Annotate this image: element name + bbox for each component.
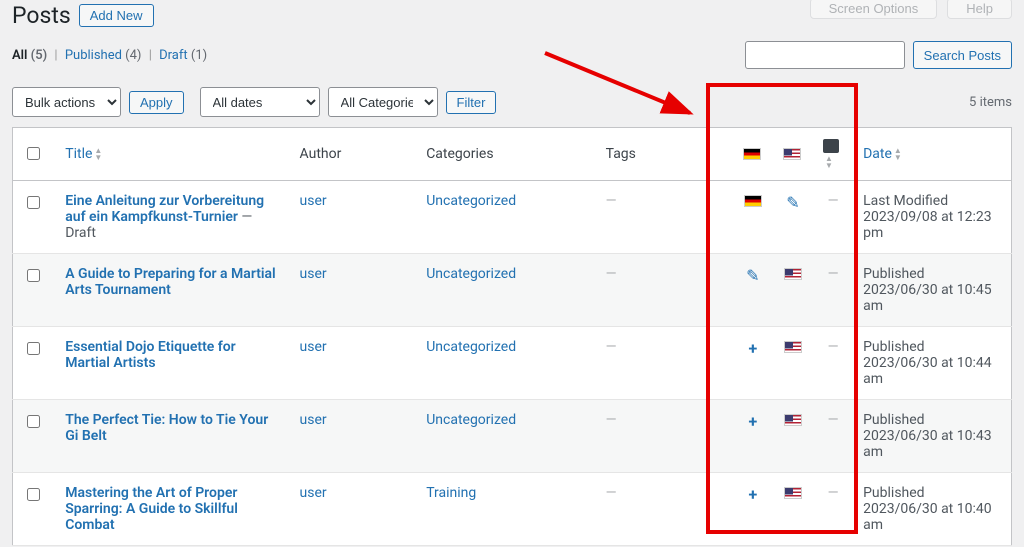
screen-options-button[interactable]: Screen Options (810, 0, 938, 19)
pencil-icon[interactable]: ✎ (746, 266, 759, 285)
table-row: Eine Anleitung zur Vorbereitung auf ein … (13, 181, 1012, 254)
date-status: Published (863, 412, 1001, 428)
category-link[interactable]: Uncategorized (426, 193, 516, 209)
col-author: Author (290, 128, 417, 181)
posts-table: Title▲▼ Author Categories Tags ▲▼ Date▲▼… (12, 127, 1012, 546)
date-value: 2023/09/08 at 12:23 pm (863, 209, 1001, 241)
category-link[interactable]: Uncategorized (426, 339, 516, 355)
date-status: Published (863, 339, 1001, 355)
tags-value: — (606, 193, 617, 209)
select-all-checkbox[interactable] (27, 147, 40, 160)
col-date[interactable]: Date▲▼ (853, 128, 1011, 181)
sort-icon: ▲▼ (94, 147, 102, 161)
author-link[interactable]: user (300, 193, 327, 209)
flag-de-icon[interactable] (744, 195, 762, 207)
flag-us-icon (783, 148, 801, 160)
comments-value: — (828, 412, 839, 428)
table-row: A Guide to Preparing for a Martial Arts … (13, 254, 1012, 327)
plus-icon[interactable]: + (749, 339, 758, 358)
table-row: The Perfect Tie: How to Tie Your Gi Belt… (13, 400, 1012, 473)
bulk-actions-select[interactable]: Bulk actions (12, 87, 121, 117)
status-draft[interactable]: Draft (1) (159, 48, 207, 63)
post-title-link[interactable]: The Perfect Tie: How to Tie Your Gi Belt (65, 412, 268, 444)
col-categories: Categories (416, 128, 595, 181)
flag-us-icon[interactable] (784, 487, 802, 499)
help-button[interactable]: Help (947, 0, 1012, 19)
pencil-icon[interactable]: ✎ (786, 193, 799, 212)
plus-icon[interactable]: + (749, 412, 758, 431)
post-title-link[interactable]: Eine Anleitung zur Vorbereitung auf ein … (65, 193, 264, 225)
search-button[interactable]: Search Posts (913, 41, 1012, 69)
col-lang-de (733, 128, 773, 181)
add-new-button[interactable]: Add New (79, 4, 154, 27)
tags-value: — (606, 339, 617, 355)
col-lang-us (773, 128, 813, 181)
category-link[interactable]: Uncategorized (426, 266, 516, 282)
comments-value: — (828, 266, 839, 282)
date-status: Published (863, 266, 1001, 282)
author-link[interactable]: user (300, 412, 327, 428)
comments-value: — (828, 193, 839, 209)
apply-button[interactable]: Apply (129, 91, 184, 114)
comments-value: — (828, 339, 839, 355)
tags-value: — (606, 485, 617, 501)
col-comments[interactable]: ▲▼ (813, 128, 853, 181)
date-status: Published (863, 485, 1001, 501)
author-link[interactable]: user (300, 339, 327, 355)
sort-icon: ▲▼ (825, 155, 833, 169)
flag-de-icon (743, 148, 761, 160)
status-published[interactable]: Published (4) (65, 48, 142, 63)
row-checkbox[interactable] (27, 269, 40, 282)
table-row: Essential Dojo Etiquette for Martial Art… (13, 327, 1012, 400)
row-checkbox[interactable] (27, 342, 40, 355)
date-value: 2023/06/30 at 10:44 am (863, 355, 1001, 387)
date-value: 2023/06/30 at 10:40 am (863, 501, 1001, 533)
row-checkbox[interactable] (27, 196, 40, 209)
category-link[interactable]: Uncategorized (426, 412, 516, 428)
post-title-link[interactable]: Mastering the Art of Proper Sparring: A … (65, 485, 238, 533)
plus-icon[interactable]: + (749, 485, 758, 504)
row-checkbox[interactable] (27, 488, 40, 501)
date-value: 2023/06/30 at 10:43 am (863, 428, 1001, 460)
dates-select[interactable]: All dates (200, 87, 320, 117)
categories-select[interactable]: All Categories (328, 87, 438, 117)
table-row: Mastering the Art of Proper Sparring: A … (13, 473, 1012, 546)
flag-us-icon[interactable] (784, 268, 802, 280)
page-title: Posts (12, 2, 71, 29)
comment-icon (823, 139, 839, 153)
author-link[interactable]: user (300, 266, 327, 282)
post-title-link[interactable]: A Guide to Preparing for a Martial Arts … (65, 266, 275, 298)
date-value: 2023/06/30 at 10:45 am (863, 282, 1001, 314)
flag-us-icon[interactable] (784, 341, 802, 353)
sort-icon: ▲▼ (894, 147, 902, 161)
tags-value: — (606, 266, 617, 282)
comments-value: — (828, 485, 839, 501)
date-status: Last Modified (863, 193, 1001, 209)
status-all[interactable]: All (5) (12, 48, 47, 63)
col-title[interactable]: Title▲▼ (55, 128, 289, 181)
items-count: 5 items (969, 95, 1012, 110)
col-tags: Tags (596, 128, 733, 181)
category-link[interactable]: Training (426, 485, 476, 501)
row-checkbox[interactable] (27, 415, 40, 428)
flag-us-icon[interactable] (784, 414, 802, 426)
tags-value: — (606, 412, 617, 428)
filter-button[interactable]: Filter (446, 91, 497, 114)
post-title-link[interactable]: Essential Dojo Etiquette for Martial Art… (65, 339, 236, 371)
author-link[interactable]: user (300, 485, 327, 501)
search-input[interactable] (745, 41, 905, 69)
status-filters: All (5) | Published (4) | Draft (1) (12, 48, 207, 63)
